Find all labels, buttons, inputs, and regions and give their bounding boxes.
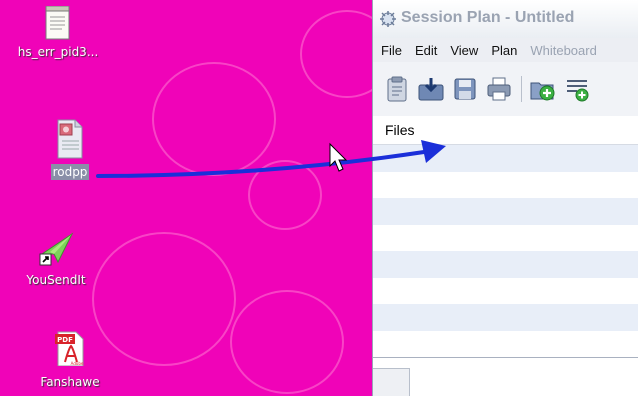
session-plan-window: Session Plan - Untitled File Edit View P… [372,0,638,396]
wallpaper-bubble [230,290,344,394]
menu-edit[interactable]: Edit [415,43,437,58]
desktop: hs_err_pid3... rodpp YouSendIt PDF Adobe… [0,0,372,396]
list-row[interactable] [373,172,638,199]
list-row[interactable] [373,198,638,225]
new-folder-icon[interactable] [529,75,557,103]
menu-file[interactable]: File [381,43,402,58]
toolbar-separator [521,76,522,102]
list-row[interactable] [373,331,638,358]
svg-text:PDF: PDF [57,336,73,344]
title-bar[interactable]: Session Plan - Untitled [373,0,638,39]
add-list-icon[interactable] [563,75,591,103]
desktop-icon-label: rodpp [50,164,90,180]
files-column-header[interactable]: Files [373,116,638,145]
files-header-label: Files [385,122,415,138]
list-row[interactable] [373,225,638,252]
menu-whiteboard[interactable]: Whiteboard [530,43,596,58]
wallpaper-bubble [300,10,372,98]
menu-view[interactable]: View [450,43,478,58]
print-icon[interactable] [485,75,513,103]
text-file-icon [45,5,71,40]
list-row[interactable] [373,278,638,305]
clipboard-icon[interactable] [383,75,411,103]
desktop-icon-rodpp[interactable]: rodpp [10,118,130,180]
menu-bar: File Edit View Plan Whiteboard [373,38,638,63]
menu-plan[interactable]: Plan [491,43,517,58]
wallpaper-bubble [248,160,322,230]
import-icon[interactable] [417,75,445,103]
desktop-icon-label: hs_err_pid3... [17,45,99,59]
list-row[interactable] [373,304,638,331]
desktop-icon-fanshawe[interactable]: PDF Adobe Fanshawe [10,330,130,390]
svg-text:Adobe: Adobe [71,361,84,366]
desktop-icon-label: YouSendIt [26,273,86,287]
toolbar [373,62,638,117]
files-list[interactable] [373,145,638,357]
list-row[interactable] [373,251,638,278]
app-logo-icon [379,10,397,28]
yousendit-shortcut-icon [36,232,76,268]
lower-panel [373,357,638,396]
lower-panel-tab[interactable] [373,368,410,396]
desktop-icon-label: Fanshawe [40,375,100,389]
save-icon[interactable] [451,75,479,103]
wallpaper-bubble [152,62,276,176]
desktop-icon-hs-err[interactable]: hs_err_pid3... [0,5,118,60]
desktop-icon-yousendit[interactable]: YouSendIt [0,232,116,288]
document-file-icon [55,118,85,160]
list-row[interactable] [373,145,638,172]
pdf-file-icon: PDF Adobe [55,330,85,367]
window-title: Session Plan - Untitled [401,9,575,26]
